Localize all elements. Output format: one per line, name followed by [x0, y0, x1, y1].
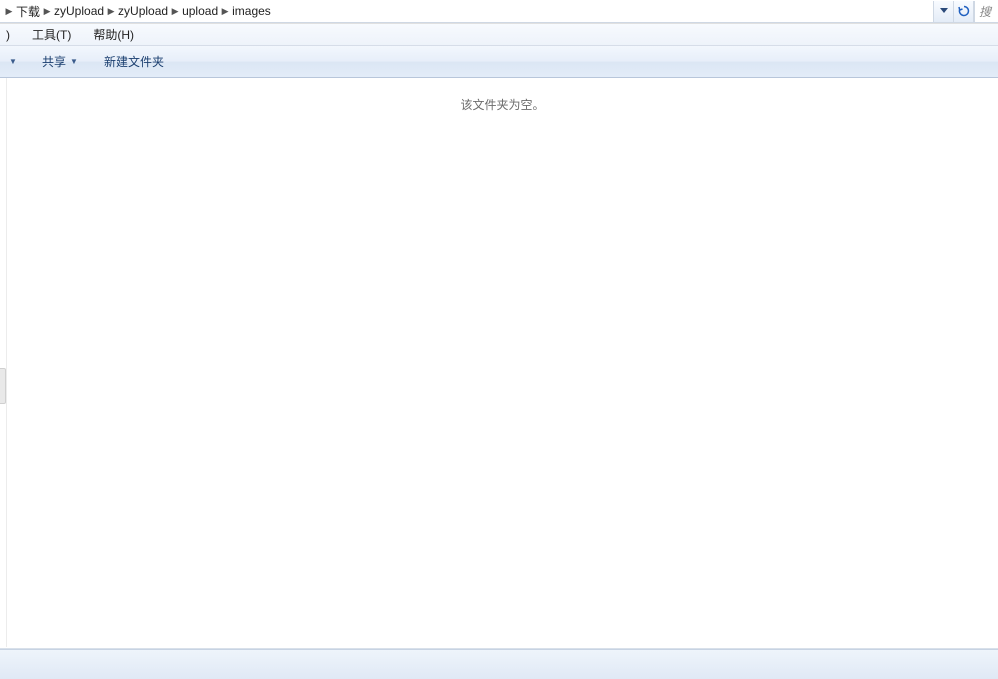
empty-folder-message: 该文件夹为空。 [460, 96, 544, 113]
share-label: 共享 [42, 53, 66, 70]
chevron-right-icon[interactable]: ▶ [220, 3, 230, 19]
menu-item-tools[interactable]: 工具(T) [28, 24, 75, 45]
chevron-right-icon[interactable]: ▶ [170, 3, 180, 19]
share-button[interactable]: 共享 ▼ [38, 51, 82, 72]
chevron-right-icon[interactable]: ▶ [106, 3, 116, 19]
new-folder-label: 新建文件夹 [104, 53, 164, 70]
chevron-down-icon: ▼ [70, 57, 78, 66]
breadcrumb-item[interactable]: zyUpload [52, 4, 106, 18]
menu-item-fragment[interactable]: ) [2, 26, 14, 44]
cursor-artifact [993, 58, 997, 68]
search-input[interactable]: 搜 [974, 1, 998, 23]
breadcrumb-item[interactable]: images [230, 4, 273, 18]
search-placeholder: 搜 [979, 3, 991, 20]
refresh-button[interactable] [954, 1, 974, 23]
breadcrumb-item[interactable]: upload [180, 4, 220, 18]
content-area: 该文件夹为空。 [0, 78, 998, 647]
breadcrumb-item[interactable]: zyUpload [116, 4, 170, 18]
history-dropdown-button[interactable] [934, 1, 954, 23]
menu-item-help[interactable]: 帮助(H) [89, 24, 138, 45]
organize-dropdown-icon[interactable]: ▼ [6, 57, 20, 66]
menu-bar: ) 工具(T) 帮助(H) [0, 24, 998, 46]
status-bar [0, 649, 998, 679]
address-controls: 搜 [934, 1, 998, 23]
new-folder-button[interactable]: 新建文件夹 [100, 51, 168, 72]
breadcrumb[interactable]: ▶ 下载 ▶ zyUpload ▶ zyUpload ▶ upload ▶ im… [0, 1, 934, 23]
chevron-right-icon[interactable]: ▶ [42, 3, 52, 19]
command-toolbar: ▼ 共享 ▼ 新建文件夹 [0, 46, 998, 78]
breadcrumb-item[interactable]: 下载 [14, 3, 42, 20]
chevron-right-icon[interactable]: ▶ [4, 3, 14, 19]
address-bar: ▶ 下载 ▶ zyUpload ▶ zyUpload ▶ upload ▶ im… [0, 0, 998, 24]
folder-view[interactable]: 该文件夹为空。 [6, 78, 998, 647]
